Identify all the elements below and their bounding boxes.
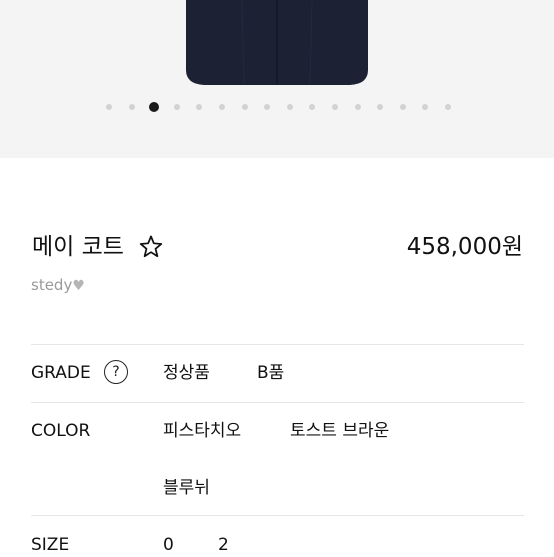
grade-label: GRADE	[31, 363, 91, 383]
gallery-dot[interactable]	[399, 104, 406, 110]
size-option-0[interactable]: 0	[163, 533, 174, 557]
product-image[interactable]	[182, 0, 372, 86]
gallery-dot[interactable]	[196, 104, 203, 110]
product-name: 메이 코트	[32, 234, 124, 260]
size-label: SIZE	[31, 535, 70, 555]
color-option-blue[interactable]: 블루뉘	[163, 476, 210, 500]
gallery-dot[interactable]	[106, 104, 112, 110]
grade-option-normal[interactable]: 정상품	[163, 361, 210, 385]
product-image-gallery[interactable]	[0, 0, 554, 158]
gallery-dot[interactable]	[354, 104, 361, 110]
gallery-dot[interactable]	[445, 104, 451, 110]
gallery-pagination[interactable]	[0, 100, 554, 114]
size-option-2[interactable]: 2	[218, 533, 229, 557]
gallery-dot[interactable]	[332, 104, 338, 110]
gallery-dot[interactable]	[422, 104, 429, 110]
gallery-dot[interactable]	[219, 104, 225, 110]
product-price: 458,000원	[406, 234, 523, 260]
divider	[31, 344, 524, 345]
gallery-dot[interactable]	[309, 104, 316, 110]
help-icon[interactable]: ?	[104, 360, 128, 384]
star-outline-icon[interactable]	[138, 234, 164, 260]
grade-option-b[interactable]: B품	[257, 361, 284, 385]
gallery-dot[interactable]	[149, 102, 160, 112]
gallery-dot[interactable]	[128, 104, 135, 110]
divider	[31, 515, 524, 516]
seller-name-text: stedy	[31, 276, 73, 294]
heart-icon: ♥	[72, 278, 85, 294]
color-option-pistachio[interactable]: 피스타치오	[163, 419, 241, 443]
divider	[31, 402, 524, 403]
color-option-toast-brown[interactable]: 토스트 브라운	[290, 419, 389, 443]
gallery-dot[interactable]	[264, 104, 271, 110]
gallery-dot[interactable]	[241, 104, 248, 110]
gallery-dot[interactable]	[173, 104, 180, 110]
color-label: COLOR	[31, 421, 91, 441]
gallery-dot[interactable]	[377, 104, 384, 110]
gallery-dot[interactable]	[286, 104, 293, 110]
seller-name[interactable]: stedy♥	[31, 274, 85, 297]
